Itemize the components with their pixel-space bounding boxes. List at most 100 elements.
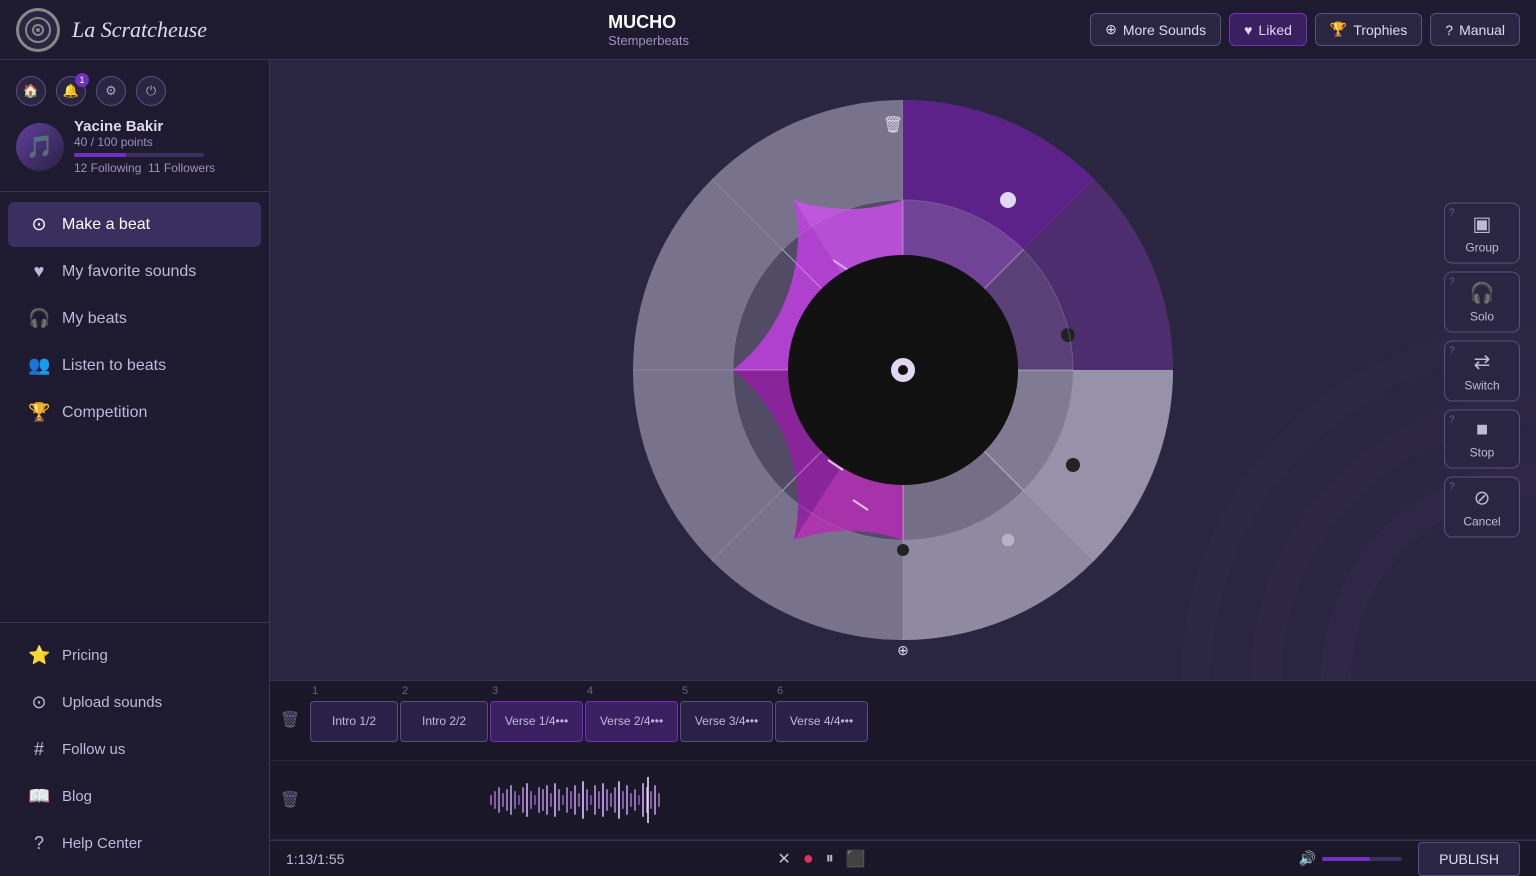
favorite-sounds-icon: ♥: [28, 261, 50, 282]
user-follow-stats: 12 Following 11 Followers: [74, 161, 215, 175]
beat-author: Stemperbeats: [608, 33, 689, 48]
follow-us-icon: #: [28, 739, 50, 760]
power-icon-btn[interactable]: ⏻: [136, 76, 166, 106]
settings-icon-btn[interactable]: ⚙: [96, 76, 126, 106]
liked-button[interactable]: ♥ Liked: [1229, 13, 1307, 46]
sidebar-label-my-beats: My beats: [62, 310, 127, 328]
sidebar-label-help-center: Help Center: [62, 835, 142, 852]
sidebar-label-pricing: Pricing: [62, 647, 108, 664]
app-title: La Scratcheuse: [72, 17, 207, 43]
group-help-icon: ?: [1449, 208, 1455, 219]
stop-help-icon: ?: [1449, 415, 1455, 426]
sidebar-label-listen-to-beats: Listen to beats: [62, 357, 166, 375]
track-block-verse-4[interactable]: Verse 4/4•••: [775, 701, 868, 742]
sidebar-item-my-beats[interactable]: 🎧 My beats: [8, 296, 261, 341]
blog-icon: 📖: [28, 786, 50, 807]
playback-controls: ✕ ● ⏸ ⬛: [777, 848, 865, 869]
switch-help-icon: ?: [1449, 346, 1455, 357]
trophies-button[interactable]: 🏆 Trophies: [1315, 13, 1422, 46]
sidebar-label-make-a-beat: Make a beat: [62, 216, 150, 234]
more-sounds-label: More Sounds: [1123, 22, 1206, 38]
close-button[interactable]: ✕: [777, 849, 790, 869]
manual-icon: ?: [1445, 22, 1453, 38]
top-actions: ⊕ More Sounds ♥ Liked 🏆 Trophies ? Manua…: [1090, 13, 1520, 46]
stop-icon: ■: [1476, 419, 1488, 442]
beat-wheel[interactable]: 🗑 ⊕: [613, 80, 1193, 660]
manual-label: Manual: [1459, 22, 1505, 38]
sidebar-item-make-a-beat[interactable]: ⊙ Make a beat: [8, 202, 261, 247]
track-block-verse-2[interactable]: Verse 2/4•••: [585, 701, 678, 742]
sidebar-label-my-favorite-sounds: My favorite sounds: [62, 263, 196, 281]
user-row: 🎵 Yacine Bakir 40 / 100 points 12 Follow…: [16, 118, 253, 175]
solo-help-icon: ?: [1449, 277, 1455, 288]
my-beats-icon: 🎧: [28, 308, 50, 329]
record-button[interactable]: ●: [803, 848, 814, 869]
liked-label: Liked: [1258, 22, 1291, 38]
switch-icon: ⇄: [1474, 350, 1491, 375]
track2-delete[interactable]: 🗑: [270, 790, 310, 810]
track-block-intro-2[interactable]: Intro 2/2: [400, 701, 488, 742]
beat-info: MUCHO Stemperbeats: [608, 12, 689, 48]
group-icon: ▣: [1473, 212, 1492, 237]
time-display: 1:13/1:55: [286, 851, 344, 867]
user-info: Yacine Bakir 40 / 100 points 12 Followin…: [74, 118, 215, 175]
sidebar-item-follow-us[interactable]: # Follow us: [8, 727, 261, 772]
cancel-button[interactable]: ? ⊘ Cancel: [1444, 477, 1520, 538]
switch-label: Switch: [1464, 379, 1499, 393]
notification-icon-btn[interactable]: 🔔 1: [56, 76, 86, 106]
sidebar-item-my-favorite-sounds[interactable]: ♥ My favorite sounds: [8, 249, 261, 294]
stop-playback-button[interactable]: ⬛: [846, 849, 866, 869]
sidebar-item-help-center[interactable]: ? Help Center: [8, 821, 261, 866]
track1-delete[interactable]: 🗑: [270, 710, 310, 730]
track-row-1: 🗑 1 2 3 4 5 6 Intro 1/2: [270, 681, 1536, 761]
track1-blocks: Intro 1/2 Intro 2/2 Verse 1/4••• Verse 2…: [310, 701, 1536, 760]
track-row-2: 🗑 // Generate waveform bars inline: [270, 761, 1536, 841]
right-panel: ? ▣ Group ? 🎧 Solo ? ⇄ Switch ? ■ S: [1444, 203, 1520, 538]
solo-button[interactable]: ? 🎧 Solo: [1444, 272, 1520, 333]
sidebar-item-listen-to-beats[interactable]: 👥 Listen to beats: [8, 343, 261, 388]
avatar: 🎵: [16, 123, 64, 171]
user-points: 40 / 100 points: [74, 135, 215, 149]
notification-badge: 1: [75, 73, 89, 87]
publish-button[interactable]: PUBLISH: [1418, 842, 1520, 876]
trophies-label: Trophies: [1353, 22, 1407, 38]
sidebar-item-blog[interactable]: 📖 Blog: [8, 774, 261, 819]
beat-name: MUCHO: [608, 12, 689, 33]
waveform-container: // Generate waveform bars inline: [488, 777, 788, 823]
group-label: Group: [1465, 241, 1498, 255]
cancel-icon: ⊘: [1474, 486, 1491, 511]
make-a-beat-icon: ⊙: [28, 214, 50, 235]
volume-slider[interactable]: [1322, 857, 1402, 861]
right-controls: 🔊 PUBLISH: [1299, 842, 1520, 876]
more-sounds-icon: ⊕: [1105, 21, 1117, 38]
switch-button[interactable]: ? ⇄ Switch: [1444, 341, 1520, 402]
sidebar-item-upload-sounds[interactable]: ⊙ Upload sounds: [8, 680, 261, 725]
sidebar-nav: ⊙ Make a beat ♥ My favorite sounds 🎧 My …: [0, 192, 269, 622]
svg-text:🗑: 🗑: [883, 116, 903, 134]
sidebar-item-pricing[interactable]: ⭐ Pricing: [8, 633, 261, 678]
sidebar-label-upload-sounds: Upload sounds: [62, 694, 162, 711]
group-button[interactable]: ? ▣ Group: [1444, 203, 1520, 264]
track-block-verse-1[interactable]: Verse 1/4•••: [490, 701, 583, 742]
listen-icon: 👥: [28, 355, 50, 376]
track-block-verse-3[interactable]: Verse 3/4•••: [680, 701, 773, 742]
main-content: 🗑 ⊕ ? ▣ Group ? 🎧 Solo ?: [270, 60, 1536, 876]
pause-button[interactable]: ⏸: [826, 850, 834, 868]
logo-area: La Scratcheuse: [16, 8, 207, 52]
track2-content: // Generate waveform bars inline: [310, 761, 1536, 840]
stop-button[interactable]: ? ■ Stop: [1444, 410, 1520, 469]
liked-icon: ♥: [1244, 22, 1252, 38]
competition-icon: 🏆: [28, 402, 50, 423]
trophies-icon: 🏆: [1330, 21, 1347, 38]
help-icon: ?: [28, 833, 50, 854]
more-sounds-button[interactable]: ⊕ More Sounds: [1090, 13, 1221, 46]
solo-label: Solo: [1470, 310, 1494, 324]
track-block-intro-1[interactable]: Intro 1/2: [310, 701, 398, 742]
waveform-svg: // Generate waveform bars inline: [488, 777, 788, 823]
sidebar-icon-row: 🏠 🔔 1 ⚙ ⏻: [16, 76, 253, 106]
volume-fill: [1322, 857, 1370, 861]
sidebar-item-competition[interactable]: 🏆 Competition: [8, 390, 261, 435]
manual-button[interactable]: ? Manual: [1430, 13, 1520, 46]
home-icon-btn[interactable]: 🏠: [16, 76, 46, 106]
sidebar: 🏠 🔔 1 ⚙ ⏻ 🎵 Yacine Bakir 40 / 100 points: [0, 60, 270, 876]
